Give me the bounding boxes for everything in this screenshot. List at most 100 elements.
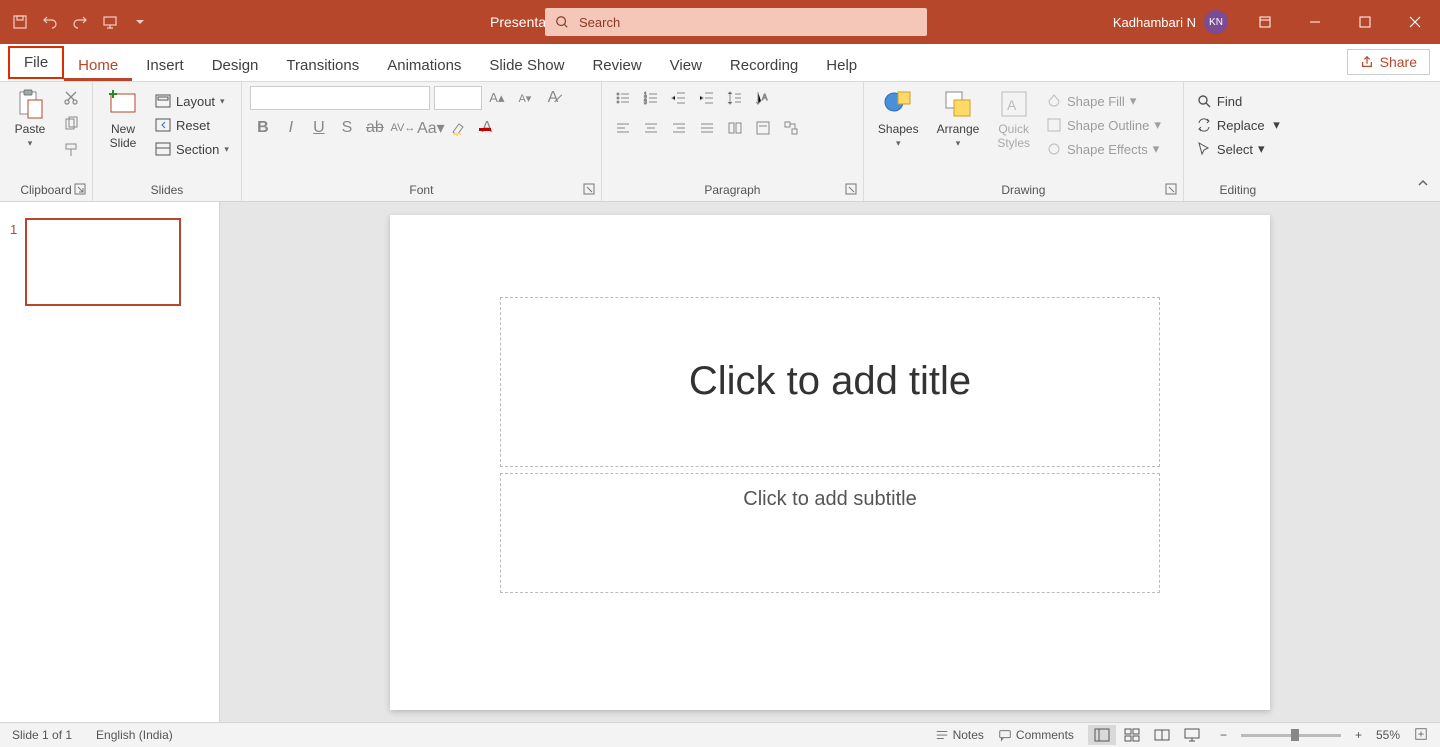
dialog-launcher-icon[interactable] bbox=[845, 183, 857, 195]
zoom-out-icon[interactable]: − bbox=[1220, 728, 1227, 742]
slide-thumbnail[interactable] bbox=[25, 218, 181, 306]
quick-styles-button[interactable]: A Quick Styles bbox=[991, 86, 1036, 152]
shapes-button[interactable]: Shapes▾ bbox=[872, 86, 925, 151]
zoom-in-icon[interactable]: + bbox=[1355, 728, 1362, 742]
group-paragraph: 123 A Paragraph bbox=[602, 82, 864, 201]
fit-window-icon[interactable] bbox=[1414, 727, 1428, 744]
italic-icon[interactable]: I bbox=[278, 116, 304, 140]
slideshow-icon[interactable] bbox=[96, 8, 124, 36]
zoom-level[interactable]: 55% bbox=[1376, 728, 1400, 742]
save-icon[interactable] bbox=[6, 8, 34, 36]
find-button[interactable]: Find bbox=[1192, 90, 1284, 112]
language-status[interactable]: English (India) bbox=[96, 728, 173, 742]
highlight-icon[interactable] bbox=[446, 116, 472, 140]
slide[interactable]: Click to add title Click to add subtitle bbox=[390, 215, 1270, 710]
increase-font-icon[interactable]: A▴ bbox=[484, 86, 510, 110]
group-slides: New Slide Layout ▾ Reset Section ▾ Slide… bbox=[93, 82, 242, 201]
smartart-icon[interactable] bbox=[778, 116, 804, 140]
zoom-slider[interactable] bbox=[1241, 734, 1341, 737]
undo-icon[interactable] bbox=[36, 8, 64, 36]
align-left-icon[interactable] bbox=[610, 116, 636, 140]
paste-button[interactable]: Paste ▾ bbox=[8, 86, 52, 151]
normal-view-icon[interactable] bbox=[1088, 725, 1116, 745]
arrange-button[interactable]: Arrange▾ bbox=[931, 86, 986, 151]
reading-view-icon[interactable] bbox=[1148, 725, 1176, 745]
subtitle-placeholder[interactable]: Click to add subtitle bbox=[500, 473, 1160, 593]
dialog-launcher-icon[interactable] bbox=[583, 183, 595, 195]
svg-text:A: A bbox=[1007, 97, 1017, 113]
collapse-ribbon-icon[interactable] bbox=[1416, 176, 1430, 195]
new-slide-button[interactable]: New Slide bbox=[101, 86, 145, 152]
tab-view[interactable]: View bbox=[656, 49, 716, 81]
tab-home[interactable]: Home bbox=[64, 49, 132, 81]
search-icon bbox=[555, 15, 569, 29]
notes-button[interactable]: Notes bbox=[935, 728, 984, 742]
dialog-launcher-icon[interactable] bbox=[74, 183, 86, 195]
slideshow-view-icon[interactable] bbox=[1178, 725, 1206, 745]
align-text-icon[interactable] bbox=[750, 116, 776, 140]
font-family-input[interactable] bbox=[250, 86, 430, 110]
layout-button[interactable]: Layout ▾ bbox=[151, 90, 233, 112]
line-spacing-icon[interactable] bbox=[722, 86, 748, 110]
text-direction-icon[interactable]: A bbox=[750, 86, 776, 110]
thumbnail-row[interactable]: 1 bbox=[10, 218, 209, 306]
bold-icon[interactable]: B bbox=[250, 116, 276, 140]
font-color-icon[interactable]: A bbox=[474, 116, 500, 140]
align-right-icon[interactable] bbox=[666, 116, 692, 140]
minimize-icon[interactable] bbox=[1292, 0, 1338, 44]
dialog-launcher-icon[interactable] bbox=[1165, 183, 1177, 195]
copy-icon[interactable] bbox=[58, 112, 84, 136]
strike-icon[interactable]: ab bbox=[362, 116, 388, 140]
share-icon bbox=[1360, 55, 1374, 69]
tab-review[interactable]: Review bbox=[578, 49, 655, 81]
section-button[interactable]: Section ▾ bbox=[151, 138, 233, 160]
change-case-icon[interactable]: Aa▾ bbox=[418, 116, 444, 140]
shape-effects-button[interactable]: Shape Effects ▾ bbox=[1042, 138, 1165, 160]
format-painter-icon[interactable] bbox=[58, 138, 84, 162]
replace-button[interactable]: Replace ▾ bbox=[1192, 114, 1284, 136]
justify-icon[interactable] bbox=[694, 116, 720, 140]
maximize-icon[interactable] bbox=[1342, 0, 1388, 44]
reset-button[interactable]: Reset bbox=[151, 114, 233, 136]
tab-slideshow[interactable]: Slide Show bbox=[475, 49, 578, 81]
tab-transitions[interactable]: Transitions bbox=[272, 49, 373, 81]
select-button[interactable]: Select ▾ bbox=[1192, 138, 1284, 160]
comments-button[interactable]: Comments bbox=[998, 728, 1074, 742]
ribbon-display-icon[interactable] bbox=[1242, 0, 1288, 44]
replace-icon bbox=[1196, 117, 1212, 133]
title-placeholder[interactable]: Click to add title bbox=[500, 297, 1160, 467]
shape-effects-icon bbox=[1046, 141, 1062, 157]
clear-format-icon[interactable]: A̷ bbox=[540, 86, 566, 110]
group-clipboard: Paste ▾ Clipboard bbox=[0, 82, 93, 201]
shadow-icon[interactable]: S bbox=[334, 116, 360, 140]
decrease-font-icon[interactable]: A▾ bbox=[512, 86, 538, 110]
columns-icon[interactable] bbox=[722, 116, 748, 140]
font-size-input[interactable] bbox=[434, 86, 482, 110]
decrease-indent-icon[interactable] bbox=[666, 86, 692, 110]
tab-insert[interactable]: Insert bbox=[132, 49, 198, 81]
underline-icon[interactable]: U bbox=[306, 116, 332, 140]
slide-counter[interactable]: Slide 1 of 1 bbox=[12, 728, 72, 742]
search-input[interactable]: Search bbox=[545, 8, 927, 36]
cut-icon[interactable] bbox=[58, 86, 84, 110]
tab-recording[interactable]: Recording bbox=[716, 49, 812, 81]
section-icon bbox=[155, 141, 171, 157]
title-right: Kadhambari N KN bbox=[1103, 0, 1440, 44]
share-button[interactable]: Share bbox=[1347, 49, 1430, 75]
char-spacing-icon[interactable]: AV↔ bbox=[390, 116, 416, 140]
redo-icon[interactable] bbox=[66, 8, 94, 36]
tab-design[interactable]: Design bbox=[198, 49, 273, 81]
shape-fill-button[interactable]: Shape Fill ▾ bbox=[1042, 90, 1165, 112]
shape-outline-button[interactable]: Shape Outline ▾ bbox=[1042, 114, 1165, 136]
tab-file[interactable]: File bbox=[8, 46, 64, 79]
close-icon[interactable] bbox=[1392, 0, 1438, 44]
sorter-view-icon[interactable] bbox=[1118, 725, 1146, 745]
align-center-icon[interactable] bbox=[638, 116, 664, 140]
increase-indent-icon[interactable] bbox=[694, 86, 720, 110]
tab-help[interactable]: Help bbox=[812, 49, 871, 81]
tab-animations[interactable]: Animations bbox=[373, 49, 475, 81]
numbering-icon[interactable]: 123 bbox=[638, 86, 664, 110]
qat-more-icon[interactable] bbox=[126, 8, 154, 36]
bullets-icon[interactable] bbox=[610, 86, 636, 110]
user-account[interactable]: Kadhambari N KN bbox=[1103, 10, 1238, 34]
